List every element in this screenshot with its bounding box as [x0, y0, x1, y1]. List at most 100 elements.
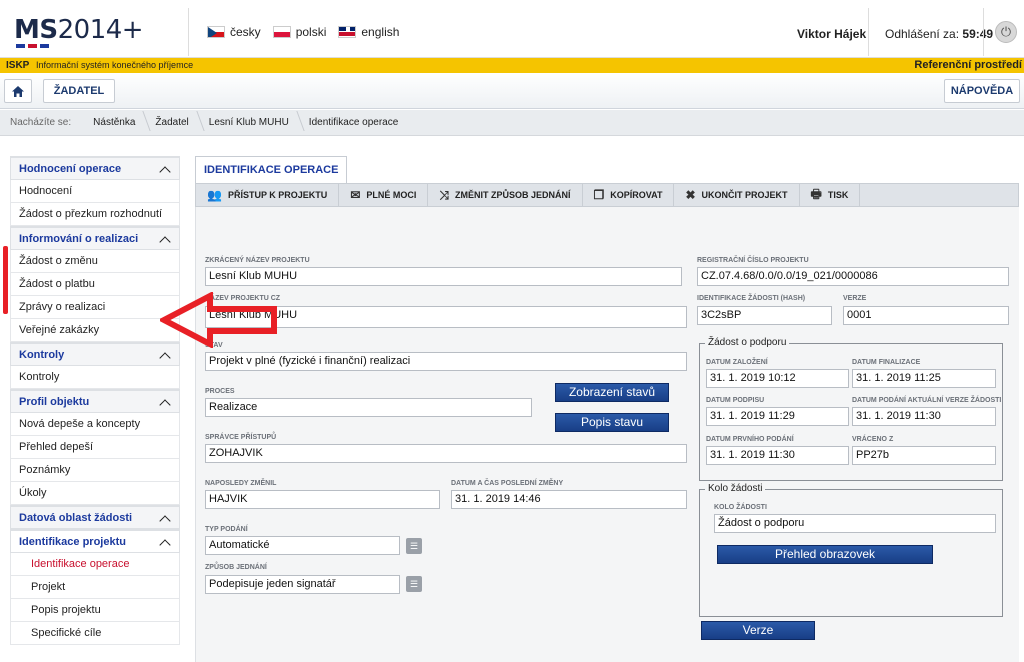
field-label: NAPOSLEDY ZMĚNIL	[205, 480, 277, 487]
sidebar-item[interactable]: Poznámky	[10, 459, 180, 482]
sidebar-subsection-identifikace[interactable]: Identifikace projektu	[10, 529, 180, 553]
process-field[interactable]: Realizace	[205, 398, 532, 417]
field-label: DATUM FINALIZACE	[852, 359, 921, 366]
hash-field[interactable]: 3C2sBP	[697, 306, 832, 325]
sidebar-section-profil[interactable]: Profil objektu	[10, 389, 180, 413]
chevron-up-icon	[159, 235, 171, 243]
sidebar-section-datova-oblast[interactable]: Datová oblast žádosti	[10, 505, 180, 529]
field-label: DATUM PODPISU	[706, 397, 765, 404]
field-label: VERZE	[843, 295, 867, 302]
submit-type-field[interactable]: Automatické	[205, 536, 400, 555]
action-end-project[interactable]: ✖ UKONČIT PROJEKT	[674, 184, 800, 206]
field-label: TYP PODÁNÍ	[205, 526, 248, 533]
help-button[interactable]: NÁPOVĚDA	[944, 79, 1020, 103]
system-code: ISKP	[6, 60, 30, 71]
field-label: DATUM A ČAS POSLEDNÍ ZMĚNY	[451, 480, 564, 487]
language-en[interactable]: english	[338, 25, 399, 39]
admin-field[interactable]: ZOHAJVIK	[205, 444, 687, 463]
action-copy[interactable]: ❐ KOPÍROVAT	[583, 184, 675, 206]
sidebar-item[interactable]: Úkoly	[10, 482, 180, 505]
last-submit-date-field[interactable]: 31. 1. 2019 11:30	[852, 407, 996, 426]
sidebar-item[interactable]: Specifické cíle	[10, 622, 180, 645]
sidebar-item[interactable]: Projekt	[10, 576, 180, 599]
short-name-field[interactable]: Lesní Klub MUHU	[205, 267, 682, 286]
sidebar-item[interactable]: Žádost o změnu	[10, 250, 180, 273]
round-group-title: Kolo žádosti	[705, 483, 766, 494]
action-access[interactable]: 👥 PŘÍSTUP K PROJEKTU	[196, 184, 340, 206]
field-label: VRÁCENO Z	[852, 436, 894, 443]
sidebar-item[interactable]: Kontroly	[10, 366, 180, 389]
version-field[interactable]: 0001	[843, 306, 1009, 325]
flag-pl-icon	[272, 26, 291, 38]
state-description-button[interactable]: Popis stavu	[555, 413, 669, 432]
language-cz[interactable]: česky	[207, 25, 261, 39]
breadcrumb: Nacházíte se: Nástěnka Žadatel Lesní Klu…	[0, 110, 1024, 136]
field-label: DATUM PRVNÍHO PODÁNÍ	[706, 436, 794, 443]
sidebar-item-zpravy[interactable]: Zprávy o realizaci	[10, 296, 180, 319]
chevron-up-icon	[159, 514, 171, 522]
sidebar-item[interactable]: Žádost o přezkum rozhodnutí	[10, 203, 180, 226]
app-header: MS2014+ česky polski english Viktor Háje…	[0, 0, 1024, 58]
envelope-icon: ✉	[350, 188, 361, 202]
tab-identifikace-operace[interactable]: IDENTIFIKACE OPERACE	[195, 156, 348, 183]
language-switcher: česky polski english	[207, 25, 399, 39]
acting-field[interactable]: Podepisuje jeden signatář	[205, 575, 400, 594]
first-submit-date-field[interactable]: 31. 1. 2019 11:30	[706, 446, 849, 465]
annotation-bar	[3, 246, 8, 314]
list-icon[interactable]: ☰	[406, 576, 422, 592]
user-name[interactable]: Viktor Hájek	[797, 27, 866, 41]
action-bar: 👥 PŘÍSTUP K PROJEKTU ✉ PLNÉ MOCI ⤨ ZMĚNIT Z…	[195, 183, 1019, 207]
changed-at-field[interactable]: 31. 1. 2019 14:46	[451, 490, 687, 509]
print-icon: 🖶	[810, 186, 822, 201]
round-field[interactable]: Žádost o podporu	[714, 514, 996, 533]
field-label: DATUM PODÁNÍ AKTUÁLNÍ VERZE ŽÁDOSTI	[852, 397, 1002, 404]
field-label: ZPŮSOB JEDNÁNÍ	[205, 564, 267, 571]
language-pl[interactable]: polski	[272, 25, 326, 39]
state-field[interactable]: Projekt v plné (fyzické i finanční) real…	[205, 352, 687, 371]
breadcrumb-label: Nacházíte se:	[10, 117, 72, 128]
sidebar-item[interactable]: Hodnocení	[10, 180, 180, 203]
registration-number-field[interactable]: CZ.07.4.68/0.0/0.0/19_021/0000086	[697, 267, 1009, 286]
sidebar-section-informovani[interactable]: Informování o realizaci	[10, 226, 180, 250]
field-label: DATUM ZALOŽENÍ	[706, 359, 768, 366]
main-toolbar: ŽADATEL NÁPOVĚDA	[0, 73, 1024, 109]
screens-overview-button[interactable]: Přehled obrazovek	[717, 545, 933, 564]
show-states-button[interactable]: Zobrazení stavů	[555, 383, 669, 402]
versions-button[interactable]: Verze	[701, 621, 815, 640]
breadcrumb-item[interactable]: Lesní Klub MUHU	[203, 117, 303, 128]
sidebar-section-kontroly[interactable]: Kontroly	[10, 342, 180, 366]
sidebar-item[interactable]: Nová depeše a koncepty	[10, 413, 180, 436]
sidebar-item[interactable]: Žádost o platbu	[10, 273, 180, 296]
breadcrumb-item[interactable]: Nástěnka	[87, 117, 149, 128]
list-icon[interactable]: ☰	[406, 538, 422, 554]
applicant-button[interactable]: ŽADATEL	[43, 79, 115, 103]
sidebar-item[interactable]: Popis projektu	[10, 599, 180, 622]
finalized-date-field[interactable]: 31. 1. 2019 11:25	[852, 369, 996, 388]
field-label: PROCES	[205, 388, 235, 395]
returned-from-field[interactable]: PP27b	[852, 446, 996, 465]
action-print[interactable]: 🖶 TISK	[800, 184, 861, 206]
annotation-arrow-icon	[160, 292, 277, 348]
action-power-of-attorney[interactable]: ✉ PLNÉ MOCI	[339, 184, 429, 206]
tab-bar: IDENTIFIKACE OPERACE	[195, 156, 1019, 183]
home-button[interactable]	[4, 79, 32, 103]
shuffle-icon: ⤨	[439, 187, 449, 202]
support-group-title: Žádost o podporu	[705, 337, 790, 348]
field-label: KOLO ŽÁDOSTI	[714, 504, 767, 511]
sidebar-item-active[interactable]: Identifikace operace	[10, 553, 180, 576]
signed-date-field[interactable]: 31. 1. 2019 11:29	[706, 407, 849, 426]
action-change-acting[interactable]: ⤨ ZMĚNIT ZPŮSOB JEDNÁNÍ	[428, 184, 583, 206]
field-label: IDENTIFIKACE ŽÁDOSTI (HASH)	[697, 295, 806, 302]
sidebar-item[interactable]: Veřejné zakázky	[10, 319, 180, 342]
flag-en-icon	[338, 26, 357, 38]
created-date-field[interactable]: 31. 1. 2019 10:12	[706, 369, 849, 388]
breadcrumb-item[interactable]: Žadatel	[149, 117, 202, 128]
field-label: REGISTRAČNÍ ČÍSLO PROJEKTU	[697, 257, 809, 264]
power-icon[interactable]: ⏻	[995, 21, 1017, 43]
sidebar-item[interactable]: Přehled depeší	[10, 436, 180, 459]
form-panel: ZKRÁCENÝ NÁZEV PROJEKTU Lesní Klub MUHU …	[195, 207, 1019, 662]
system-strip: ISKP Informační systém konečného příjemc…	[0, 58, 1024, 73]
field-label: ZKRÁCENÝ NÁZEV PROJEKTU	[205, 257, 310, 264]
sidebar-section-hodnoceni[interactable]: Hodnocení operace	[10, 156, 180, 180]
changed-by-field[interactable]: HAJVIK	[205, 490, 440, 509]
